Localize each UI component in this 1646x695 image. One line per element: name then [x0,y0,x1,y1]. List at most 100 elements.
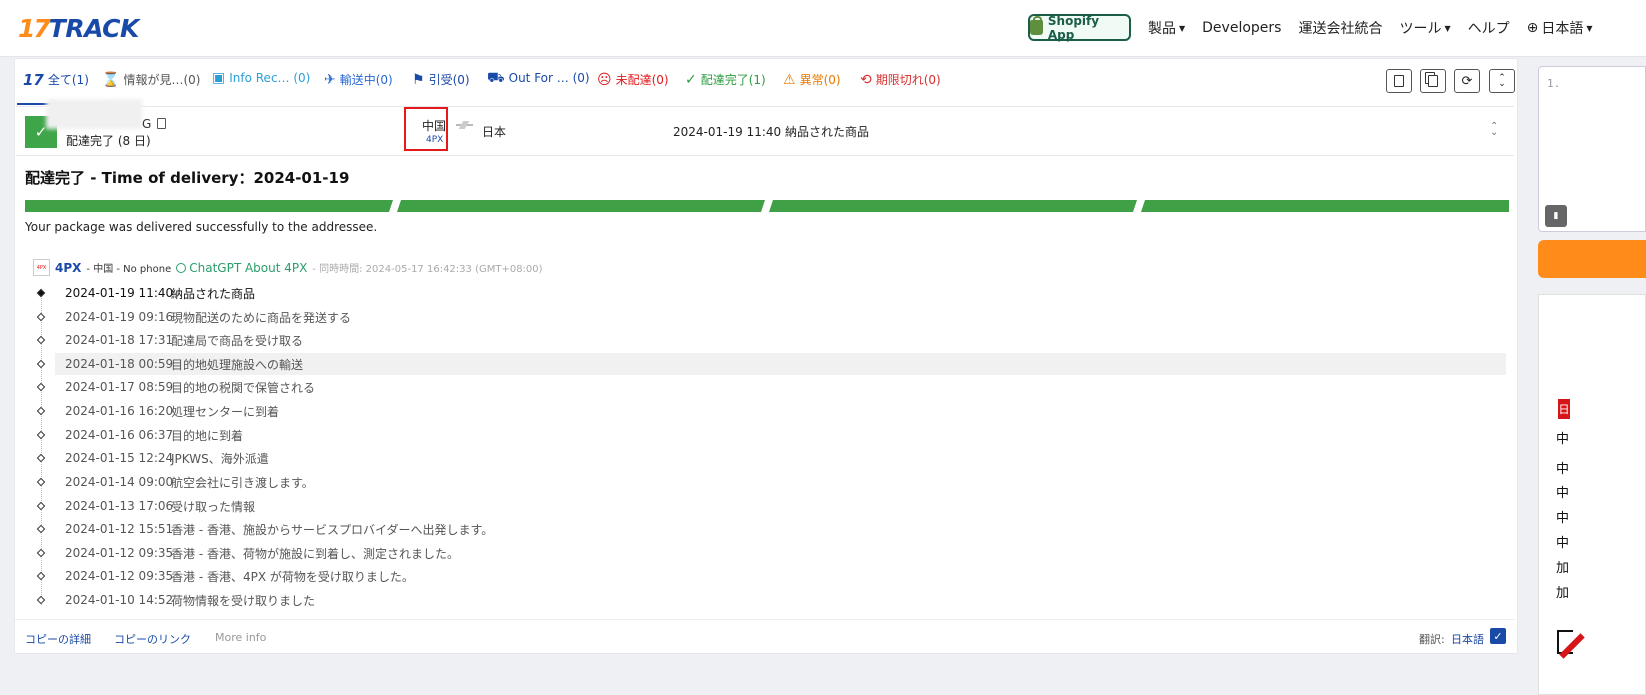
nav-help[interactable]: ヘルプ [1468,18,1510,38]
sad-face-icon: ☹ [597,71,612,88]
event-description: 配達局で商品を受け取る [171,333,304,348]
tab-out-for-delivery[interactable]: ⛟ Out For … (0) [487,71,590,85]
timeline-dot-icon [36,288,46,298]
event-row: 2024-01-19 11:40 納品された商品 [55,282,1506,304]
tab-info-received-label: Info Rec… (0) [229,71,311,85]
chevron-down-icon: ▼ [1586,23,1593,33]
event-time: 2024-01-17 08:59 [65,380,174,394]
progress-segments [25,200,1509,212]
nav-products-label: 製品 [1148,21,1176,37]
chevron-down-icon: ▼ [1179,23,1186,33]
tab-all-label: 全て(1) [47,73,89,87]
event-row: 2024-01-16 06:37 目的地に到着 [55,424,1506,446]
copy-button[interactable] [1386,69,1412,93]
nav-language[interactable]: ⊕ 日本語 ▼ [1527,18,1593,38]
timeline-dot-icon [36,453,46,463]
destination-country: 日本 [482,125,507,139]
collapse-all-button[interactable]: ⌃ ⌄ [1489,69,1515,93]
refresh-icon: ⟳ [1461,73,1473,89]
delivery-status-days: 配達完了 (8 日) [66,134,151,148]
tab-undelivered-label: 未配達(0) [615,73,669,87]
carrier-meta: - 中国 - No phone [86,264,172,275]
17track-logo[interactable]: 17 TRACK [18,13,139,43]
progress-segment [1141,200,1509,212]
side-advertisement[interactable]: 日 中 中 中 中 中 加 加 [1538,294,1646,695]
info-received-icon: ▣ [212,70,226,86]
check-icon: ✓ [685,71,697,88]
nav-tools[interactable]: ツール ▼ [1399,18,1450,38]
nav-developers-label: Developers [1202,20,1282,36]
event-time: 2024-01-16 06:37 [65,428,174,442]
timeline-dot-icon [36,477,46,487]
event-description: 香港 - 香港、4PX が荷物を受け取りました。 [171,569,414,584]
ad-red-mark: 日 [1558,399,1570,419]
event-row: 2024-01-12 09:35 香港 - 香港、荷物が施設に到着し、測定されま… [55,542,1506,564]
latest-event: 2024-01-19 11:40 納品された商品 [673,125,869,139]
nav-carrier-integration[interactable]: 運送会社統合 [1298,18,1382,38]
tab-undelivered[interactable]: ☹ 未配達(0) [597,71,669,88]
event-time: 2024-01-16 16:20 [65,404,174,418]
hourglass-icon: ⌛ [102,71,120,88]
ad-text: 中 [1556,536,1570,551]
event-time: 2024-01-15 12:24 [65,451,174,465]
shopify-app-button[interactable]: Shopify App [1028,14,1131,42]
copy-tracking-number-icon[interactable] [157,118,166,129]
nav-products[interactable]: 製品 ▼ [1148,18,1185,38]
timeline-dot-icon [36,548,46,558]
tab-expired-label: 期限切れ(0) [875,73,941,87]
chatgpt-about-carrier-link[interactable]: ChatGPT About 4PX [176,261,307,275]
event-time: 2024-01-12 15:51 [65,522,174,536]
nav-language-label: 日本語 [1541,21,1584,37]
timeline-dot-icon [36,430,46,440]
event-description: 受け取った情報 [171,499,256,514]
copy-all-button[interactable] [1420,69,1446,93]
logo-number: 17 [18,13,51,43]
nav-carrier-integration-label: 運送会社統合 [1298,21,1383,37]
copy-link-link[interactable]: コピーのリンク [114,631,191,647]
tab-not-found-label: 情報が見…(0) [123,73,201,87]
tab-all[interactable]: 17 全て(1) [23,71,89,88]
event-description: 現物配送のために商品を発送する [171,310,352,325]
translate-checkbox[interactable]: ✓ [1490,628,1506,644]
timeline-dot-icon [36,595,46,605]
translate-language-select[interactable]: 日本語 [1451,631,1484,647]
tab-exception[interactable]: ⚠ 異常(0) [783,71,841,88]
tracking-number-redacted [46,99,142,129]
track-button[interactable] [1538,240,1646,278]
event-time: 2024-01-19 09:16 [65,310,174,324]
tab-accepted[interactable]: ⚑ 引受(0) [412,71,470,88]
event-description: 処理センターに到着 [171,404,280,419]
nav-developers[interactable]: Developers [1202,18,1281,38]
timeline-dot-icon [36,359,46,369]
timeline-dot-icon [36,312,46,322]
clipboard-icon[interactable]: ▮ [1545,205,1567,227]
warning-icon: ⚠ [783,71,796,88]
progress-segment [25,200,393,212]
tab-expired[interactable]: ⟲ 期限切れ(0) [860,71,941,88]
event-time: 2024-01-14 09:00 [65,475,174,489]
ad-text: 加 [1556,561,1570,576]
tab-in-transit[interactable]: ✈ 輸送中(0) [324,71,393,88]
collapse-row-icon[interactable]: ⌃ ⌄ [1490,122,1498,138]
timeline-dot-icon [36,501,46,511]
event-time: 2024-01-18 00:59 [65,357,174,371]
tracking-number-input[interactable]: 1. ▮ [1538,66,1646,232]
copy-details-link[interactable]: コピーの詳細 [25,631,91,647]
carrier-name-link[interactable]: 4PX [55,261,81,275]
tab-accepted-label: 引受(0) [428,73,470,87]
event-time: 2024-01-12 09:35 [65,569,174,583]
ad-text: 中 [1556,432,1570,447]
more-info-link[interactable]: More info [215,631,266,644]
chevron-down-icon: ▼ [1444,23,1451,33]
event-row: 2024-01-12 15:51 香港 - 香港、施設からサービスプロバイダーへ… [55,518,1506,540]
delivery-title: 配達完了 - Time of delivery：2024-01-19 [25,169,350,187]
shopify-bag-icon [1030,16,1043,35]
tab-not-found[interactable]: ⌛ 情報が見…(0) [102,71,200,88]
tab-info-received[interactable]: ▣ Info Rec… (0) [212,71,310,85]
tab-out-for-delivery-label: Out For … (0) [508,71,590,85]
origin-carrier-link[interactable]: 4PX [426,135,443,145]
tab-delivered[interactable]: ✓ 配達完了(1) [685,71,766,88]
history-clock-icon: ⟲ [860,71,872,88]
shipment-summary-row[interactable]: ✓ G 配達完了 (8 日) 中国 4PX 日本 2024-01-19 11:4… [16,99,1514,156]
refresh-button[interactable]: ⟳ [1454,69,1480,93]
